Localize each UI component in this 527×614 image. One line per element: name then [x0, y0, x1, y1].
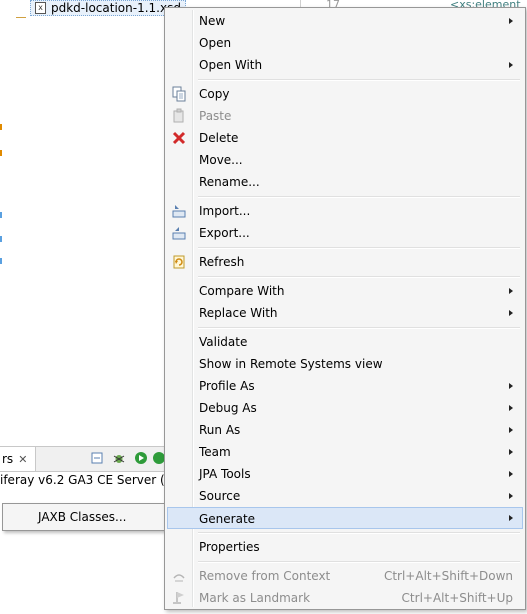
submenu-arrow-icon — [509, 288, 513, 294]
menu-label: Refresh — [199, 255, 245, 269]
file-label: pdkd-location-1.1.xsd — [51, 1, 181, 15]
servers-view-toolbar: rs ✕ — [0, 446, 165, 472]
submenu-arrow-icon — [509, 18, 513, 24]
menu-label: Rename... — [199, 175, 260, 189]
menu-item-run-as[interactable]: Run As — [167, 419, 523, 441]
marker-tick — [0, 236, 2, 242]
menu-separator — [198, 532, 520, 534]
menu-item-refresh[interactable]: Refresh — [167, 251, 523, 273]
paste-icon — [173, 108, 184, 123]
menu-separator — [198, 247, 520, 249]
menu-item-open[interactable]: Open — [167, 32, 523, 54]
marker-tick — [0, 258, 2, 264]
debug-server-icon[interactable] — [112, 451, 126, 465]
xsd-file-icon: x — [35, 2, 46, 14]
close-icon[interactable]: ✕ — [18, 453, 27, 466]
refresh-icon — [173, 255, 185, 269]
menu-label: Delete — [199, 131, 239, 145]
submenu-arrow-icon — [509, 427, 513, 433]
submenu-arrow-icon — [509, 405, 513, 411]
menu-label: Run As — [199, 423, 241, 437]
menu-item-team[interactable]: Team — [167, 441, 523, 463]
servers-tab-label: rs — [2, 452, 14, 466]
landmark-icon — [173, 592, 184, 604]
marker-tick — [0, 150, 2, 156]
menu-label: Validate — [199, 335, 248, 349]
menu-label: Export... — [199, 226, 250, 240]
menu-label: Compare With — [199, 284, 285, 298]
menu-item-rename[interactable]: Rename... — [167, 171, 523, 193]
menu-item-replace-with[interactable]: Replace With — [167, 302, 523, 324]
menu-item-debug-as[interactable]: Debug As — [167, 397, 523, 419]
menu-label: Profile As — [199, 379, 255, 393]
menu-item-show-remote-systems[interactable]: Show in Remote Systems view — [167, 353, 523, 375]
menu-label: Open — [199, 36, 232, 50]
menu-label: Properties — [199, 540, 260, 554]
menu-label: Debug As — [199, 401, 257, 415]
submenu-arrow-icon — [509, 449, 513, 455]
tree-item-xsd-file[interactable]: x pdkd-location-1.1.xsd — [30, 0, 186, 16]
marker-tick — [0, 212, 2, 218]
menu-label: Paste — [199, 109, 232, 123]
tree-connector — [16, 17, 26, 18]
generate-submenu: JAXB Classes... — [2, 503, 166, 531]
import-icon — [172, 205, 186, 218]
menu-item-export[interactable]: Export... — [167, 222, 523, 244]
delete-icon — [172, 131, 186, 145]
menu-item-properties[interactable]: Properties — [167, 536, 523, 558]
remove-context-icon — [173, 574, 185, 582]
collapse-all-icon[interactable] — [90, 451, 104, 465]
submenu-arrow-icon — [509, 493, 513, 499]
menu-item-compare-with[interactable]: Compare With — [167, 280, 523, 302]
menu-item-import[interactable]: Import... — [167, 200, 523, 222]
menu-item-copy[interactable]: Copy — [167, 83, 523, 105]
menu-label: JPA Tools — [199, 467, 251, 481]
export-icon — [172, 227, 186, 240]
menu-item-profile-as[interactable]: Profile As — [167, 375, 523, 397]
menu-label: Copy — [199, 87, 230, 101]
menu-item-jpa-tools[interactable]: JPA Tools — [167, 463, 523, 485]
menu-item-jaxb-classes[interactable]: JAXB Classes... — [6, 507, 162, 527]
submenu-arrow-icon — [509, 383, 513, 389]
menu-separator — [198, 79, 520, 81]
menu-shortcut: Ctrl+Alt+Shift+Up — [401, 591, 513, 605]
menu-item-validate[interactable]: Validate — [167, 331, 523, 353]
context-menu: New Open Open With Copy Paste Delete Mov… — [164, 7, 526, 610]
menu-label: Import... — [199, 204, 251, 218]
menu-label: Open With — [199, 58, 263, 72]
menu-item-remove-from-context: Remove from Context Ctrl+Alt+Shift+Down — [167, 565, 523, 587]
menu-label: Replace With — [199, 306, 278, 320]
menu-item-mark-as-landmark: Mark as Landmark Ctrl+Alt+Shift+Up — [167, 587, 523, 609]
tab-servers[interactable]: rs ✕ — [0, 447, 36, 471]
server-list-item[interactable]: iferay v6.2 GA3 CE Server (Tomc — [0, 470, 165, 490]
submenu-arrow-icon — [509, 471, 513, 477]
menu-label: Move... — [199, 153, 243, 167]
menu-label: Team — [199, 445, 231, 459]
menu-item-move[interactable]: Move... — [167, 149, 523, 171]
menu-item-generate[interactable]: Generate — [167, 507, 523, 529]
menu-item-paste: Paste — [167, 105, 523, 127]
marker-tick — [0, 124, 2, 130]
menu-separator — [198, 276, 520, 278]
menu-label: Generate — [199, 512, 256, 526]
menu-separator — [198, 196, 520, 198]
menu-separator — [198, 561, 520, 563]
copy-icon — [172, 86, 186, 102]
menu-label: Mark as Landmark — [199, 591, 311, 605]
submenu-arrow-icon — [509, 515, 513, 521]
submenu-arrow-icon — [509, 310, 513, 316]
submenu-arrow-icon — [509, 62, 513, 68]
menu-label: New — [199, 14, 226, 28]
menu-label: Remove from Context — [199, 569, 331, 583]
menu-label: Source — [199, 489, 241, 503]
menu-item-delete[interactable]: Delete — [167, 127, 523, 149]
menu-item-new[interactable]: New — [167, 10, 523, 32]
menu-shortcut: Ctrl+Alt+Shift+Down — [383, 569, 513, 583]
menu-item-open-with[interactable]: Open With — [167, 54, 523, 76]
menu-separator — [198, 327, 520, 329]
menu-item-source[interactable]: Source — [167, 485, 523, 507]
menu-label: Show in Remote Systems view — [199, 357, 383, 371]
start-server-icon[interactable] — [134, 451, 148, 465]
